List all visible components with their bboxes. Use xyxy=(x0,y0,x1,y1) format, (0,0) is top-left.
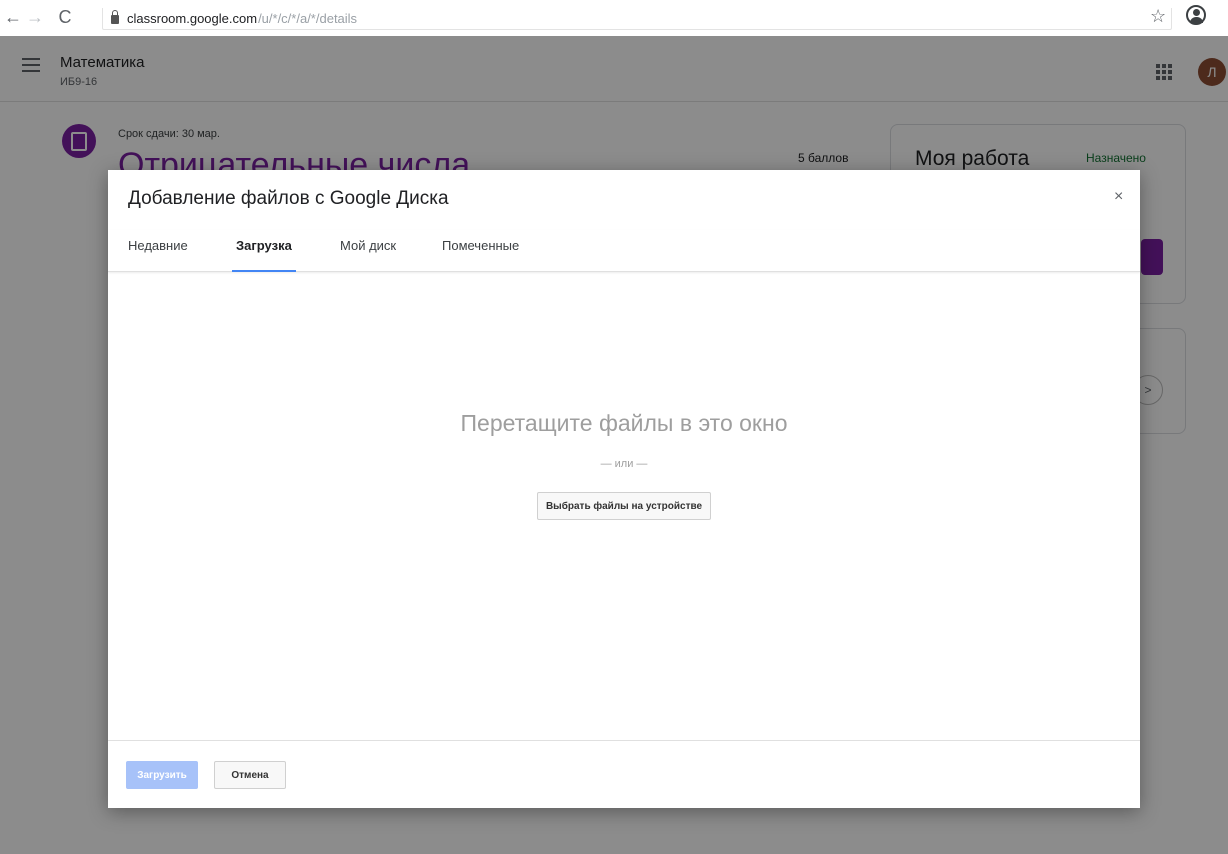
cancel-button[interactable]: Отмена xyxy=(214,761,286,789)
upload-button[interactable]: Загрузить xyxy=(126,761,198,789)
browser-toolbar: ← → C classroom.google.com /u/*/c/*/a/*/… xyxy=(0,0,1228,36)
screenshot-root: ← → C classroom.google.com /u/*/c/*/a/*/… xyxy=(0,0,1228,854)
choose-files-button[interactable]: Выбрать файлы на устройстве xyxy=(537,492,711,520)
or-separator: — или — xyxy=(600,458,648,470)
reload-icon[interactable]: C xyxy=(54,6,76,28)
close-icon[interactable]: × xyxy=(1114,188,1123,206)
dialog-title: Добавление файлов с Google Диска xyxy=(128,188,449,209)
forward-icon[interactable]: → xyxy=(24,6,46,28)
tab-recent[interactable]: Недавние xyxy=(128,238,188,272)
tab-upload[interactable]: Загрузка xyxy=(232,238,296,272)
bookmark-star-icon[interactable]: ☆ xyxy=(1150,6,1166,27)
lock-icon xyxy=(111,10,119,24)
back-icon[interactable]: ← xyxy=(2,6,24,28)
url-host: classroom.google.com xyxy=(127,11,258,26)
drop-zone-text[interactable]: Перетащите файлы в это окно xyxy=(108,410,1140,437)
drive-picker-dialog: Добавление файлов с Google Диска × Недав… xyxy=(108,170,1140,808)
picker-tabs: Недавние Загрузка Мой диск Помеченные xyxy=(108,230,1140,272)
tab-my-drive[interactable]: Мой диск xyxy=(340,238,396,272)
account-icon[interactable] xyxy=(1186,5,1206,25)
url-path: /u/*/c/*/a/*/details xyxy=(258,11,358,26)
tab-starred[interactable]: Помеченные xyxy=(442,238,519,272)
dialog-footer: Загрузить Отмена xyxy=(108,740,1140,808)
address-bar[interactable]: classroom.google.com /u/*/c/*/a/*/detail… xyxy=(102,8,1172,30)
